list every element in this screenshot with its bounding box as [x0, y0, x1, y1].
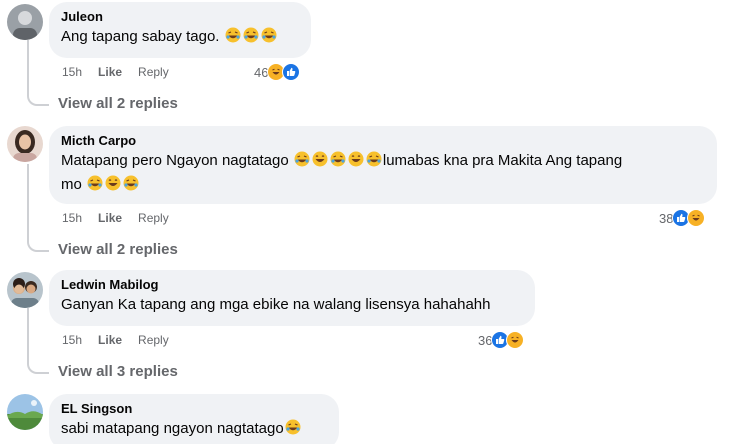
comment-author[interactable]: Micth Carpo	[61, 133, 705, 149]
comment-text: sabi matapang ngayon nagtatago	[61, 417, 327, 441]
reply-button[interactable]: Reply	[138, 332, 169, 348]
reply-button[interactable]: Reply	[138, 210, 169, 226]
comment-text: Ang tapang sabay tago.	[61, 25, 299, 49]
reaction-summary[interactable]: 38	[659, 209, 706, 227]
laughing-emoji-icon	[105, 175, 121, 191]
reaction-summary[interactable]: 36	[478, 331, 525, 349]
haha-reaction-icon	[506, 331, 525, 349]
laughing-emoji-icon	[312, 151, 328, 167]
like-button[interactable]: Like	[98, 210, 122, 226]
haha-reaction-icon	[687, 209, 706, 227]
comment-bubble: Juleon Ang tapang sabay tago.	[49, 2, 311, 58]
comment-bubble: EL Singson sabi matapang ngayon nagtatag…	[49, 394, 339, 444]
laughing-emoji-icon	[87, 175, 103, 191]
comment-actions: 15h Like Reply	[62, 332, 169, 348]
reaction-count: 46	[254, 64, 269, 80]
comment-time[interactable]: 15h	[62, 332, 82, 348]
avatar[interactable]	[7, 394, 43, 430]
like-reaction-icon	[282, 63, 301, 81]
comment-actions: 15h Like Reply	[62, 210, 169, 226]
comment-author[interactable]: EL Singson	[61, 401, 327, 417]
laughing-emoji-icon	[294, 151, 310, 167]
comment-time[interactable]: 15h	[62, 210, 82, 226]
comment-text: Ganyan Ka tapang ang mga ebike na walang…	[61, 296, 491, 313]
laughing-emoji-icon	[348, 151, 364, 167]
comment-bubble: Ledwin Mabilog Ganyan Ka tapang ang mga …	[49, 270, 535, 326]
reply-button[interactable]: Reply	[138, 64, 169, 80]
laughing-emoji-icon	[225, 27, 241, 43]
thread-line	[27, 40, 29, 94]
reaction-count: 36	[478, 332, 493, 348]
comment-time[interactable]: 15h	[62, 64, 82, 80]
reaction-summary[interactable]: 46	[254, 63, 301, 81]
comment-text: Matapang pero Ngayon nagtatago lumabas k…	[61, 151, 623, 193]
reply-connector	[27, 240, 49, 252]
comment-bubble: Micth Carpo Matapang pero Ngayon nagtata…	[49, 126, 717, 204]
laughing-emoji-icon	[261, 27, 277, 43]
like-button[interactable]: Like	[98, 64, 122, 80]
laughing-emoji-icon	[285, 419, 301, 435]
thread-line	[27, 164, 29, 240]
view-replies-link[interactable]: View all 2 replies	[58, 95, 178, 113]
comment-author[interactable]: Juleon	[61, 9, 299, 25]
like-button[interactable]: Like	[98, 332, 122, 348]
laughing-emoji-icon	[366, 151, 382, 167]
laughing-emoji-icon	[123, 175, 139, 191]
view-replies-link[interactable]: View all 3 replies	[58, 363, 178, 381]
avatar[interactable]	[7, 272, 43, 308]
comment-actions: 15h Like Reply	[62, 64, 169, 80]
thread-line	[27, 308, 29, 362]
avatar[interactable]	[7, 4, 43, 40]
comment-author[interactable]: Ledwin Mabilog	[61, 277, 523, 293]
reply-connector	[27, 362, 49, 374]
laughing-emoji-icon	[243, 27, 259, 43]
reaction-count: 38	[659, 210, 674, 226]
avatar[interactable]	[7, 126, 43, 162]
reply-connector	[27, 94, 49, 106]
view-replies-link[interactable]: View all 2 replies	[58, 241, 178, 259]
laughing-emoji-icon	[330, 151, 346, 167]
